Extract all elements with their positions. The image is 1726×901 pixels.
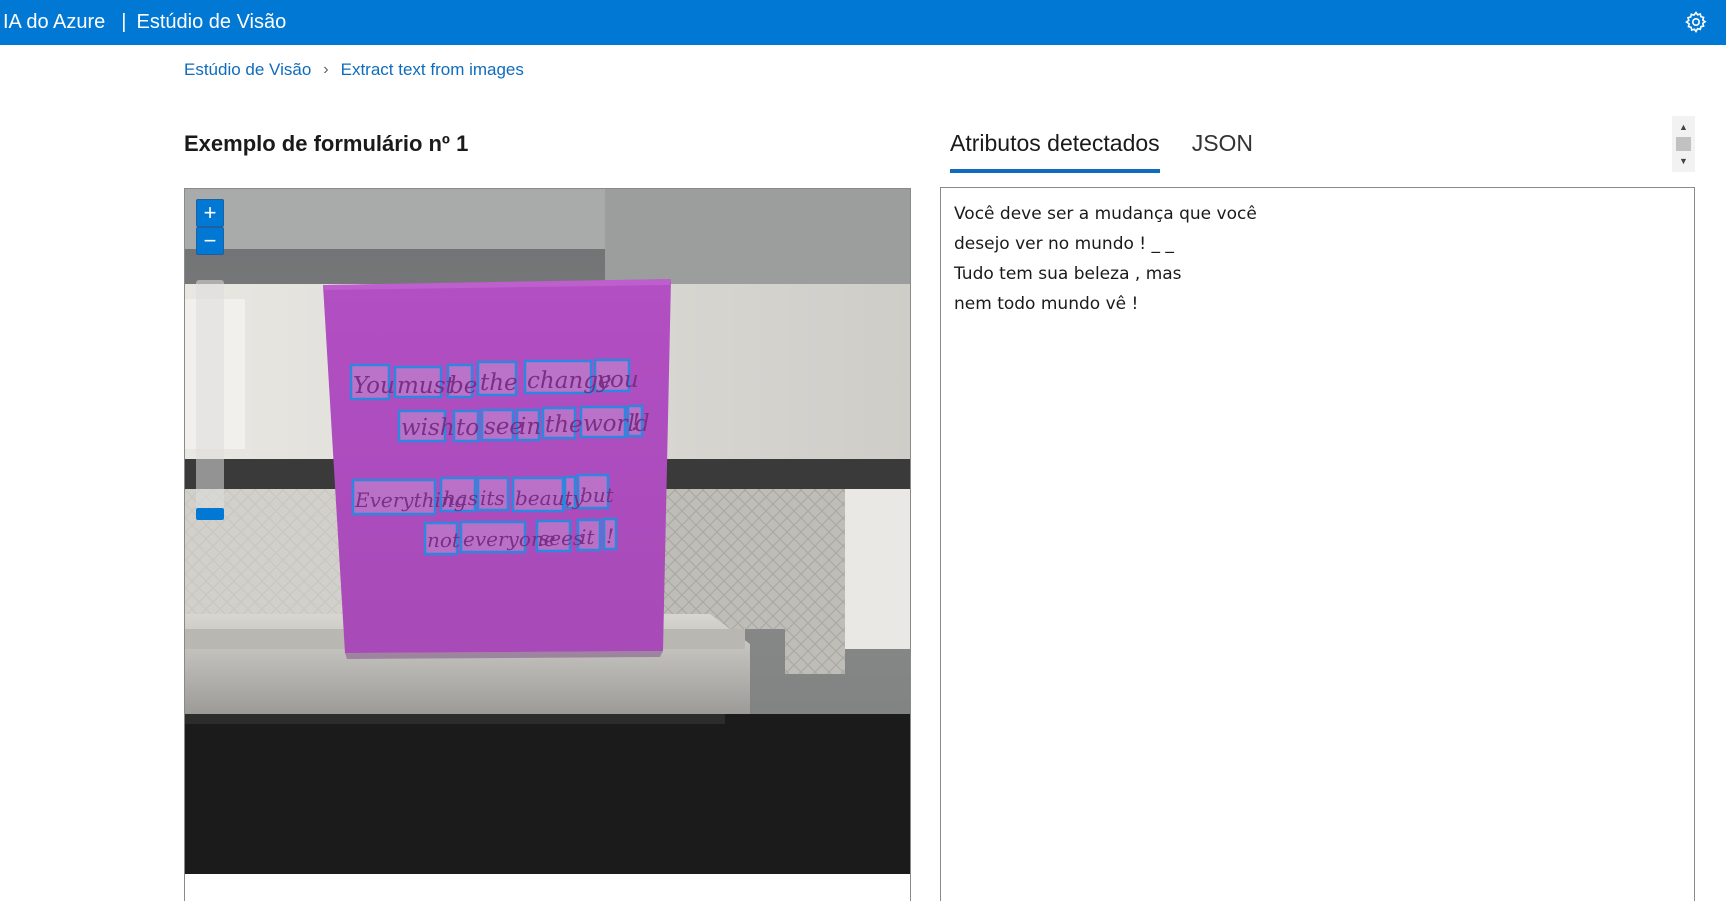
product-name[interactable]: Estúdio de Visão bbox=[137, 11, 287, 34]
zoom-in-button[interactable]: + bbox=[196, 199, 224, 227]
tab-detected-attributes[interactable]: Atributos detectados bbox=[950, 116, 1160, 173]
extracted-text-line: Tudo tem sua beleza , mas bbox=[954, 264, 1182, 284]
scroll-down-icon[interactable]: ▼ bbox=[1672, 154, 1695, 168]
brand-name[interactable]: IA do Azure bbox=[0, 11, 105, 34]
zoom-slider[interactable] bbox=[196, 280, 224, 510]
header-separator: | bbox=[121, 11, 127, 33]
top-bar: IA do Azure | Estúdio de Visão bbox=[0, 0, 1726, 45]
scrollbar-thumb[interactable] bbox=[1676, 137, 1691, 151]
sample-title: Exemplo de formulário nº 1 bbox=[184, 131, 469, 156]
handwritten-line-2: wish to see in the world ! bbox=[401, 410, 657, 441]
extracted-text-line: Você deve ser a mudança que você bbox=[954, 204, 1257, 224]
extracted-text-panel: Você deve ser a mudança que você desejo … bbox=[940, 187, 1695, 901]
handwritten-line-3: Everything has its beauty , but bbox=[354, 483, 615, 512]
extracted-text-line: desejo ver no mundo ! _ _ bbox=[954, 234, 1174, 254]
sample-photo: You must be the change you wish to see i… bbox=[185, 189, 910, 874]
breadcrumb-home[interactable]: Estúdio de Visão bbox=[184, 60, 311, 80]
zoom-out-button[interactable]: − bbox=[196, 227, 224, 255]
gear-icon[interactable] bbox=[1684, 10, 1708, 34]
handwritten-line-4: not everyone sees it ! bbox=[427, 524, 614, 552]
chevron-right-icon: › bbox=[323, 61, 329, 78]
tab-json[interactable]: JSON bbox=[1192, 116, 1253, 169]
extracted-text-line: nem todo mundo vê ! bbox=[954, 294, 1139, 314]
scroll-up-icon[interactable]: ▲ bbox=[1672, 120, 1695, 134]
breadcrumb: Estúdio de Visão › Extract text from ima… bbox=[184, 60, 524, 80]
tabs-scrollbar[interactable]: ▲ ▼ bbox=[1672, 116, 1695, 172]
result-tabs: Atributos detectados JSON bbox=[950, 116, 1285, 173]
breadcrumb-current[interactable]: Extract text from images bbox=[341, 60, 524, 80]
image-viewer[interactable]: You must be the change you wish to see i… bbox=[184, 188, 911, 901]
zoom-slider-handle[interactable] bbox=[196, 508, 224, 520]
